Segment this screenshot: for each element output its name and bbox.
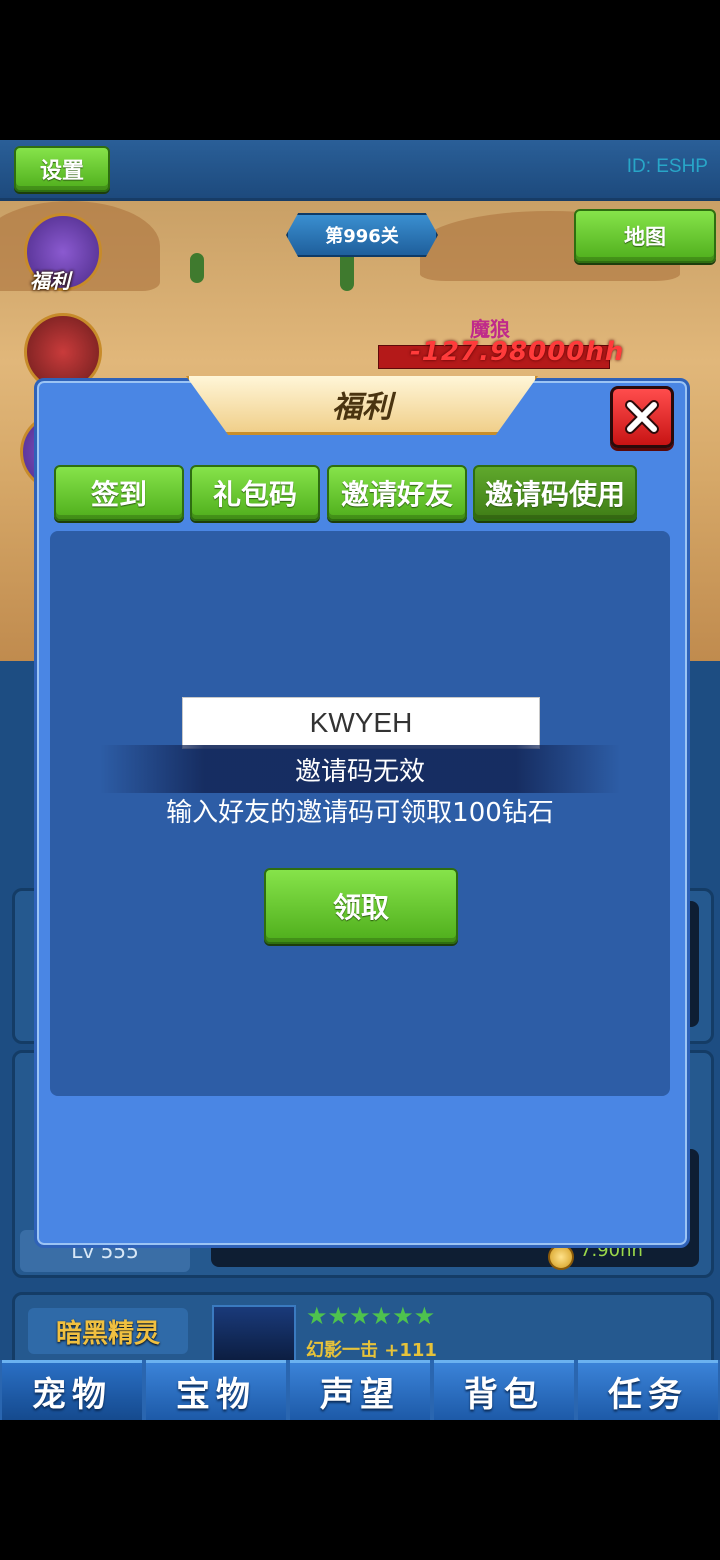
top-bar: 设置 ID: ESHP — [0, 140, 720, 201]
tab-reputation[interactable]: 声望 — [290, 1360, 430, 1420]
dialog-title: 福利 — [186, 376, 538, 435]
bottom-nav: 宠物 宝物 声望 背包 任务 — [0, 1360, 720, 1420]
claim-button[interactable]: 领取 — [264, 868, 458, 944]
tab-invite-friends[interactable]: 邀请好友 — [327, 465, 467, 521]
tab-pets[interactable]: 宠物 — [2, 1360, 142, 1420]
settings-button[interactable]: 设置 — [14, 146, 110, 192]
close-button[interactable] — [610, 386, 674, 448]
tab-tasks[interactable]: 任务 — [578, 1360, 718, 1420]
map-button[interactable]: 地图 — [574, 209, 716, 263]
invite-hint-text: 输入好友的邀请码可领取100钻石 — [166, 798, 554, 828]
pet-name: 暗黑精灵 — [28, 1308, 188, 1354]
invite-code-input[interactable]: KWYEH — [182, 697, 540, 749]
player-id: ID: ESHP — [626, 156, 708, 177]
welfare-label: 福利 — [30, 269, 70, 293]
damage-number: -127.98000hh — [410, 337, 625, 367]
tab-use-invite-code[interactable]: 邀请码使用 — [473, 465, 637, 521]
tab-gift-code[interactable]: 礼包码 — [190, 465, 320, 521]
stage-banner: 第996关 — [286, 213, 438, 257]
pet-skill: 幻影一击 +111 — [306, 1340, 437, 1361]
tab-treasure[interactable]: 宝物 — [146, 1360, 286, 1420]
tab-sign-in[interactable]: 签到 — [54, 465, 184, 521]
cactus-decoration — [190, 253, 204, 283]
close-icon — [625, 400, 659, 434]
error-toast: 邀请码无效 — [100, 745, 620, 793]
star-rating: ★★★★★★ — [306, 1302, 436, 1330]
game-screen: 设置 ID: ESHP 第996关 地图 福利 魔狼 -127.98000hh … — [0, 140, 720, 1420]
tab-backpack[interactable]: 背包 — [434, 1360, 574, 1420]
